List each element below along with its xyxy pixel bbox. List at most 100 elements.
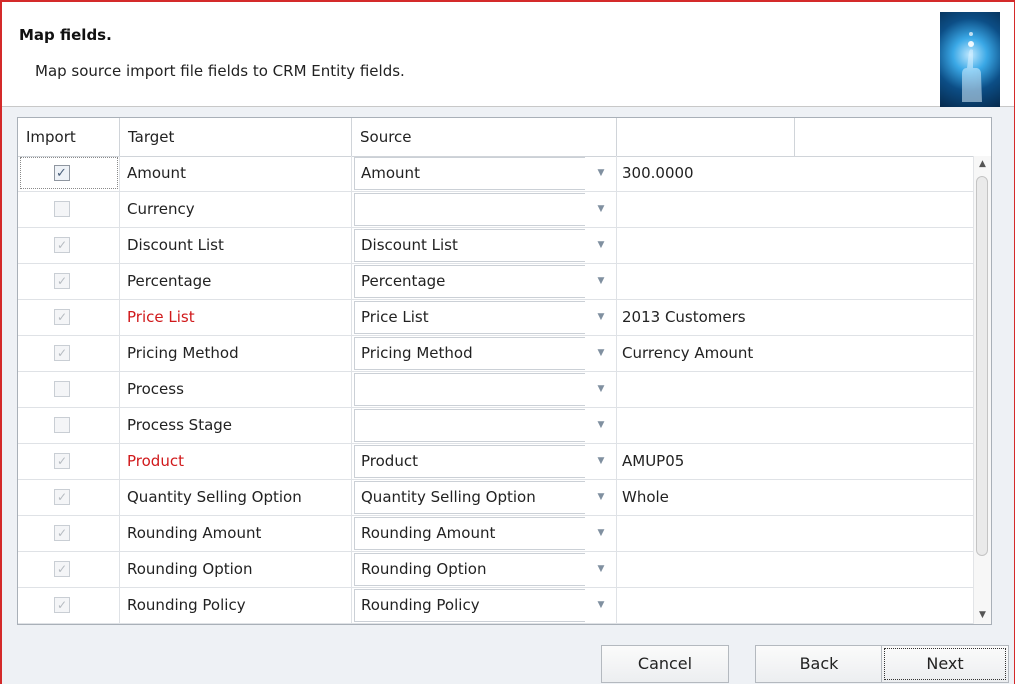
import-cell [18, 480, 120, 515]
source-dropdown[interactable]: Rounding Amount [354, 517, 585, 550]
target-field: Pricing Method [120, 336, 352, 371]
sample-value [617, 264, 991, 299]
vertical-scrollbar[interactable]: ▲ ▼ [973, 156, 991, 624]
source-dropdown[interactable]: Quantity Selling Option [354, 481, 585, 514]
column-header-target[interactable]: Target [120, 118, 352, 156]
source-dropdown[interactable]: Discount List [354, 229, 585, 262]
source-dropdown[interactable]: Product [354, 445, 585, 478]
target-field-required: Product [120, 444, 352, 479]
scrollbar-thumb[interactable] [976, 176, 988, 556]
table-row[interactable]: Discount List Discount List ▼ [18, 228, 991, 264]
chevron-down-icon[interactable]: ▼ [585, 228, 617, 263]
import-checkbox[interactable] [54, 264, 70, 299]
import-checkbox[interactable] [54, 228, 70, 263]
source-cell: Price List ▼ [352, 300, 617, 335]
target-field: Discount List [120, 228, 352, 263]
import-cell [18, 444, 120, 479]
table-row[interactable]: Rounding Option Rounding Option ▼ [18, 552, 991, 588]
column-header-value[interactable] [617, 118, 795, 156]
source-cell: ▼ [352, 372, 617, 407]
sample-value: 300.0000 [622, 164, 694, 182]
source-cell: Rounding Option ▼ [352, 552, 617, 587]
table-row[interactable]: Rounding Amount Rounding Amount ▼ [18, 516, 991, 552]
import-cell [18, 516, 120, 551]
table-row[interactable]: Amount Amount ▼ 300.0000 [18, 156, 991, 192]
import-cell [18, 336, 120, 371]
table-row[interactable]: Rounding Policy Rounding Policy ▼ [18, 588, 991, 624]
table-row[interactable]: Product Product ▼ AMUP05 [18, 444, 991, 480]
source-dropdown[interactable] [354, 373, 585, 406]
arrow-up-icon[interactable]: ▲ [974, 156, 991, 173]
chevron-down-icon[interactable]: ▼ [585, 408, 617, 443]
import-checkbox[interactable] [54, 381, 70, 397]
sample-value [617, 372, 991, 407]
import-checkbox[interactable] [54, 336, 70, 371]
sample-value [617, 552, 991, 587]
target-field: Rounding Option [120, 552, 352, 587]
chevron-down-icon[interactable]: ▼ [585, 336, 617, 371]
sample-value: AMUP05 [622, 452, 685, 470]
back-button[interactable]: Back [755, 645, 883, 683]
target-field: Process Stage [120, 408, 352, 443]
sample-value [617, 228, 991, 263]
table-row[interactable]: Quantity Selling Option Quantity Selling… [18, 480, 991, 516]
import-checkbox[interactable] [54, 516, 70, 551]
table-row[interactable]: Pricing Method Pricing Method ▼ Currency… [18, 336, 991, 372]
chevron-down-icon[interactable]: ▼ [585, 480, 617, 515]
target-field: Percentage [120, 264, 352, 299]
source-cell: Product ▼ [352, 444, 617, 479]
sample-value [617, 192, 991, 227]
sample-value [617, 408, 991, 443]
import-cell [18, 408, 120, 443]
source-dropdown[interactable]: Rounding Policy [354, 589, 585, 622]
source-dropdown[interactable] [354, 409, 585, 442]
import-checkbox[interactable] [54, 156, 70, 191]
source-dropdown[interactable]: Percentage [354, 265, 585, 298]
grid-header: Import Target Source [18, 118, 991, 157]
chevron-down-icon[interactable]: ▼ [585, 552, 617, 587]
table-row[interactable]: Currency ▼ [18, 192, 991, 228]
chevron-down-icon[interactable]: ▼ [585, 588, 617, 623]
import-checkbox[interactable] [54, 300, 70, 335]
import-cell [18, 156, 120, 191]
sample-value: Currency Amount [622, 344, 754, 362]
table-row[interactable]: Process Stage ▼ [18, 408, 991, 444]
import-checkbox[interactable] [54, 417, 70, 433]
import-checkbox[interactable] [54, 201, 70, 217]
chevron-down-icon[interactable]: ▼ [585, 264, 617, 299]
source-dropdown[interactable]: Amount [354, 157, 585, 190]
source-cell: Amount ▼ [352, 156, 617, 191]
import-checkbox[interactable] [54, 480, 70, 515]
import-cell [18, 264, 120, 299]
target-field: Rounding Policy [120, 588, 352, 623]
column-header-import[interactable]: Import [18, 118, 120, 156]
chevron-down-icon[interactable]: ▼ [585, 192, 617, 227]
import-checkbox[interactable] [54, 444, 70, 479]
source-dropdown[interactable]: Rounding Option [354, 553, 585, 586]
chevron-down-icon[interactable]: ▼ [585, 300, 617, 335]
source-cell: Rounding Amount ▼ [352, 516, 617, 551]
column-header-source[interactable]: Source [352, 118, 617, 156]
column-header-filler [795, 118, 991, 156]
table-row[interactable]: Price List Price List ▼ 2013 Customers [18, 300, 991, 336]
page-title: Map fields. [19, 26, 112, 44]
cancel-button[interactable]: Cancel [601, 645, 729, 683]
table-row[interactable]: Process ▼ [18, 372, 991, 408]
next-button[interactable]: Next [881, 645, 1009, 683]
source-cell: ▼ [352, 408, 617, 443]
chevron-down-icon[interactable]: ▼ [585, 156, 617, 191]
source-dropdown[interactable]: Pricing Method [354, 337, 585, 370]
chevron-down-icon[interactable]: ▼ [585, 444, 617, 479]
import-checkbox[interactable] [54, 588, 70, 623]
arrow-down-icon[interactable]: ▼ [974, 607, 991, 624]
source-dropdown[interactable]: Price List [354, 301, 585, 334]
source-dropdown[interactable] [354, 193, 585, 226]
target-field: Process [120, 372, 352, 407]
chevron-down-icon[interactable]: ▼ [585, 372, 617, 407]
target-field: Amount [120, 156, 352, 191]
chevron-down-icon[interactable]: ▼ [585, 516, 617, 551]
table-row[interactable]: Percentage Percentage ▼ [18, 264, 991, 300]
import-cell [18, 552, 120, 587]
import-checkbox[interactable] [54, 552, 70, 587]
source-cell: Discount List ▼ [352, 228, 617, 263]
